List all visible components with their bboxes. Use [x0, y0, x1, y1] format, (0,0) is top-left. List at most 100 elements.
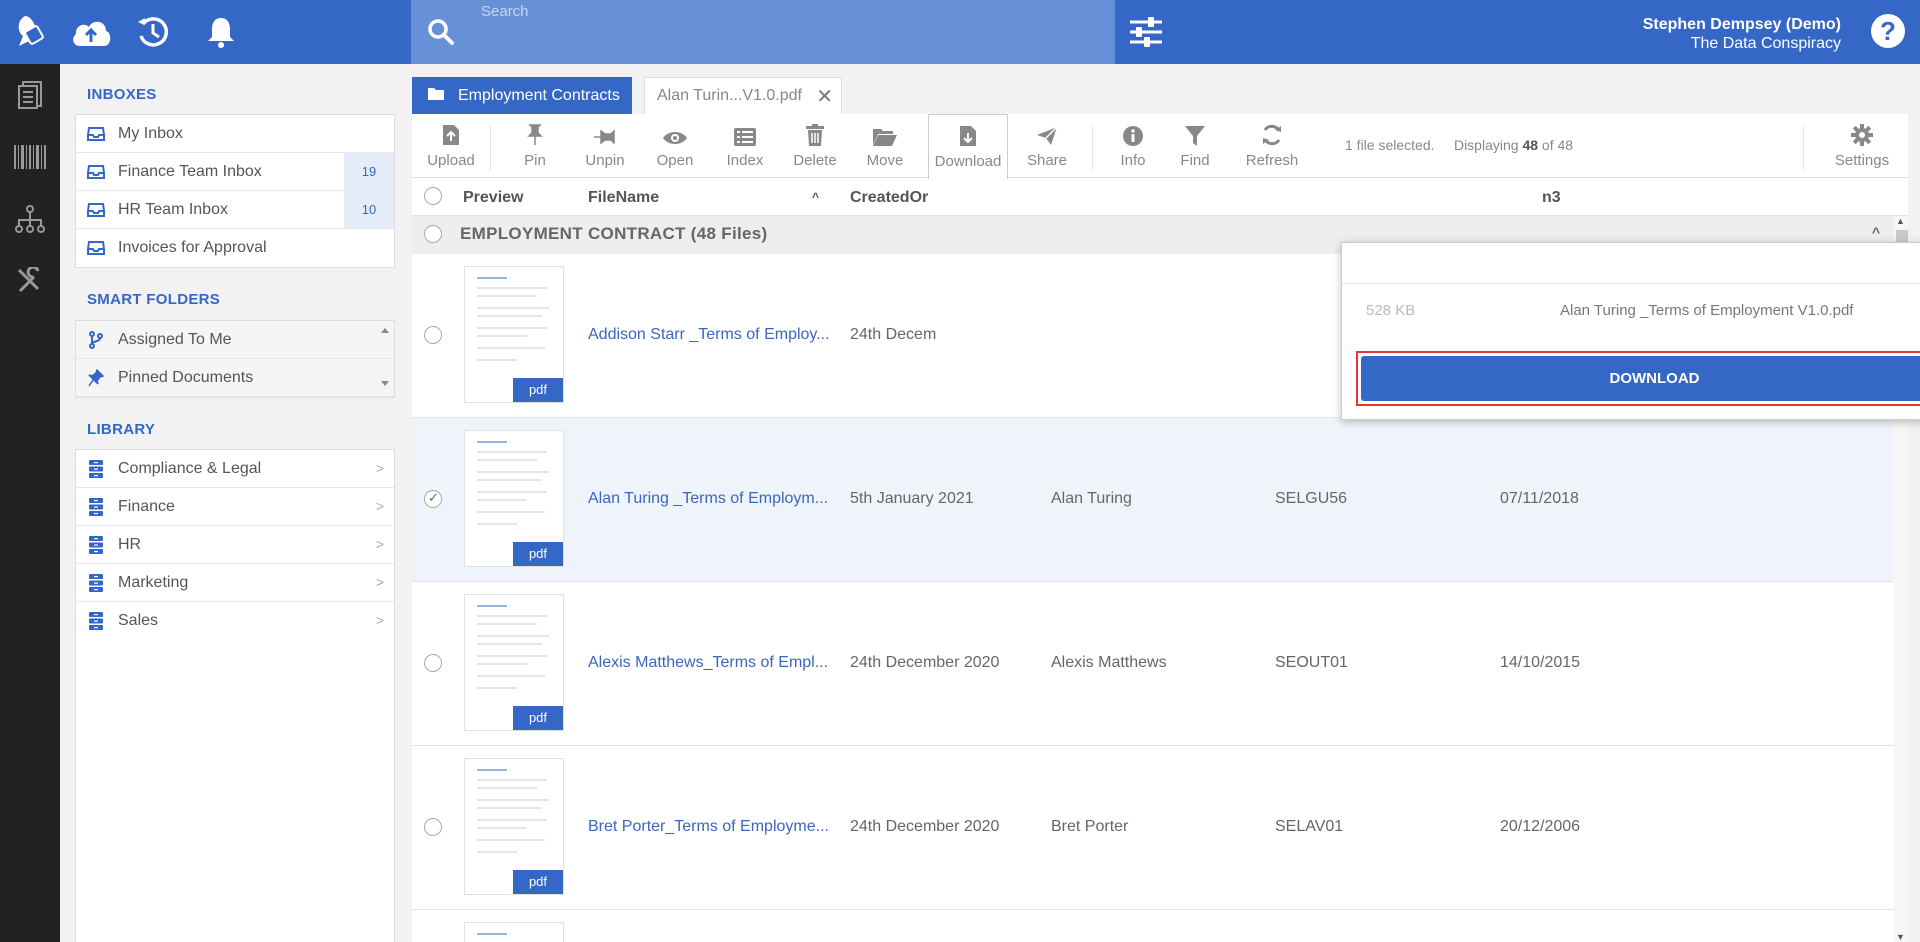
- search-icon[interactable]: [427, 18, 455, 46]
- refresh-icon: [1263, 124, 1281, 146]
- filter-sliders-icon[interactable]: [1126, 14, 1166, 50]
- row-select-radio[interactable]: [424, 818, 442, 836]
- created-on-cell: 24th December 2020: [850, 818, 1000, 835]
- date-cell: 14/10/2015: [1500, 654, 1581, 671]
- open-button[interactable]: Open: [640, 114, 710, 178]
- status-selected-text: 1 file selected.: [1345, 137, 1435, 153]
- share-button[interactable]: Share: [1012, 114, 1082, 178]
- app-logo[interactable]: [0, 0, 60, 64]
- index-label: Index: [726, 152, 764, 169]
- smart-folders-list: Assigned To Me Pinned Documents: [75, 320, 395, 398]
- help-button[interactable]: ?: [1871, 14, 1905, 48]
- document-thumbnail[interactable]: pdf: [464, 758, 564, 895]
- info-button[interactable]: Info: [1102, 114, 1164, 178]
- sidebar-item-my-inbox[interactable]: My Inbox: [76, 115, 394, 153]
- smart-folders-scrollbar[interactable]: [376, 321, 394, 395]
- download-confirm-button[interactable]: DOWNLOAD: [1361, 356, 1920, 401]
- select-group-radio[interactable]: [424, 225, 442, 243]
- sidebar-item-hr-team-inbox[interactable]: HR Team Inbox 10: [76, 191, 394, 229]
- find-button[interactable]: Find: [1164, 114, 1226, 178]
- workflow-nav[interactable]: [0, 188, 60, 250]
- document-thumbnail[interactable]: pdf: [464, 430, 564, 567]
- sidebar-item-finance-team-inbox[interactable]: Finance Team Inbox 19: [76, 153, 394, 191]
- selection-status: 1 file selected. Displaying 48 of 48: [1345, 137, 1573, 153]
- pdf-badge: pdf: [513, 870, 563, 894]
- unpin-button[interactable]: Unpin: [570, 114, 640, 178]
- toolbar-divider: [490, 126, 491, 170]
- scroll-up-icon[interactable]: ▲: [1896, 216, 1905, 226]
- cabinet-icon: [86, 573, 106, 593]
- row-select-radio[interactable]: [424, 490, 442, 508]
- sidebar-item-marketing[interactable]: Marketing >: [76, 564, 394, 602]
- group-label: EMPLOYMENT CONTRACT (48 Files): [460, 224, 768, 243]
- upload-button[interactable]: Upload: [420, 114, 482, 178]
- refresh-button[interactable]: Refresh: [1232, 114, 1312, 178]
- file-name-link[interactable]: Alan Turing _Terms of Employm...: [588, 490, 838, 508]
- toolbar: Upload Pin Unpin Open Index Delete Move: [412, 114, 1908, 179]
- sidebar-item-sales[interactable]: Sales >: [76, 602, 394, 640]
- tools-icon: [17, 267, 40, 293]
- cloud-upload-icon: [73, 21, 111, 46]
- sidebar-item-label: Assigned To Me: [118, 330, 232, 348]
- delete-button[interactable]: Delete: [780, 114, 850, 178]
- delete-label: Delete: [793, 152, 837, 169]
- download-button-highlight: DOWNLOAD: [1356, 351, 1920, 406]
- documents-nav[interactable]: [0, 64, 60, 126]
- index-button[interactable]: Index: [710, 114, 780, 178]
- funnel-icon: [1185, 126, 1205, 146]
- column-preview[interactable]: Preview: [463, 189, 523, 207]
- table-row[interactable]: [412, 910, 1908, 942]
- move-button[interactable]: Move: [850, 114, 920, 178]
- column-filename[interactable]: FileName: [588, 189, 659, 207]
- org-name: The Data Conspiracy: [1690, 35, 1841, 52]
- employee-code-cell: SELGU56: [1275, 490, 1348, 507]
- pin-button[interactable]: Pin: [500, 114, 570, 178]
- search-input[interactable]: [481, 0, 1081, 22]
- inboxes-title: INBOXES: [87, 86, 157, 103]
- smart-folders-title: SMART FOLDERS: [87, 291, 221, 308]
- settings-button[interactable]: Settings: [1824, 114, 1900, 178]
- sidebar-item-invoices-for-approval[interactable]: Invoices for Approval: [76, 229, 394, 267]
- table-row[interactable]: pdf Alexis Matthews_Terms of Empl... 24t…: [412, 582, 1908, 746]
- cabinet-icon: [86, 459, 106, 479]
- column-3[interactable]: n3: [1542, 189, 1561, 207]
- bell-icon: [208, 18, 234, 48]
- select-all-radio[interactable]: [424, 187, 442, 205]
- file-name-link[interactable]: Bret Porter_Terms of Employme...: [588, 818, 838, 836]
- notifications-button[interactable]: [198, 10, 244, 54]
- column-createdon[interactable]: CreatedOr: [850, 189, 928, 207]
- row-select-radio[interactable]: [424, 654, 442, 672]
- tab-label: Employment Contracts: [458, 86, 620, 104]
- upload-cloud-button[interactable]: [68, 10, 114, 54]
- folder-open-icon: [873, 129, 897, 146]
- sidebar-item-compliance-legal[interactable]: Compliance & Legal >: [76, 450, 394, 488]
- date-cell: 20/12/2006: [1500, 818, 1581, 835]
- download-button[interactable]: Download: [928, 114, 1008, 179]
- barcode-nav[interactable]: [0, 126, 60, 188]
- row-select-radio[interactable]: [424, 326, 442, 344]
- download-file-name: Alan Turing _Terms of Employment V1.0.pd…: [1560, 302, 1854, 319]
- close-tab-icon[interactable]: ✕: [816, 84, 833, 109]
- file-name-link[interactable]: Addison Starr _Terms of Employ...: [588, 326, 838, 344]
- sidebar-item-label: Compliance & Legal: [118, 459, 262, 477]
- table-row[interactable]: pdf Bret Porter_Terms of Employme... 24t…: [412, 746, 1908, 910]
- file-name-link[interactable]: Alexis Matthews_Terms of Empl...: [588, 654, 838, 672]
- sidebar-item-assigned-to-me[interactable]: Assigned To Me: [76, 321, 394, 359]
- sidebar-item-pinned-documents[interactable]: Pinned Documents: [76, 359, 394, 397]
- scroll-down-icon[interactable]: ▼: [1896, 932, 1905, 942]
- document-thumbnail[interactable]: [464, 922, 564, 942]
- collapse-group-icon[interactable]: ^: [1872, 224, 1880, 240]
- inbox-icon: [86, 124, 106, 144]
- tab-employment-contracts[interactable]: Employment Contracts: [412, 77, 632, 114]
- history-button[interactable]: [130, 10, 176, 54]
- sidebar-item-hr[interactable]: HR >: [76, 526, 394, 564]
- table-row[interactable]: pdf Alan Turing _Terms of Employm... 5th…: [412, 418, 1908, 582]
- user-info[interactable]: Stephen Dempsey (Demo) The Data Conspira…: [1643, 15, 1841, 53]
- sidebar-item-finance[interactable]: Finance >: [76, 488, 394, 526]
- tab-document[interactable]: Alan Turin...V1.0.pdf ✕: [644, 77, 842, 114]
- sort-ascending-icon[interactable]: ^: [812, 190, 819, 204]
- upload-label: Upload: [427, 152, 475, 169]
- tools-nav[interactable]: [0, 250, 60, 312]
- document-thumbnail[interactable]: pdf: [464, 266, 564, 403]
- document-thumbnail[interactable]: pdf: [464, 594, 564, 731]
